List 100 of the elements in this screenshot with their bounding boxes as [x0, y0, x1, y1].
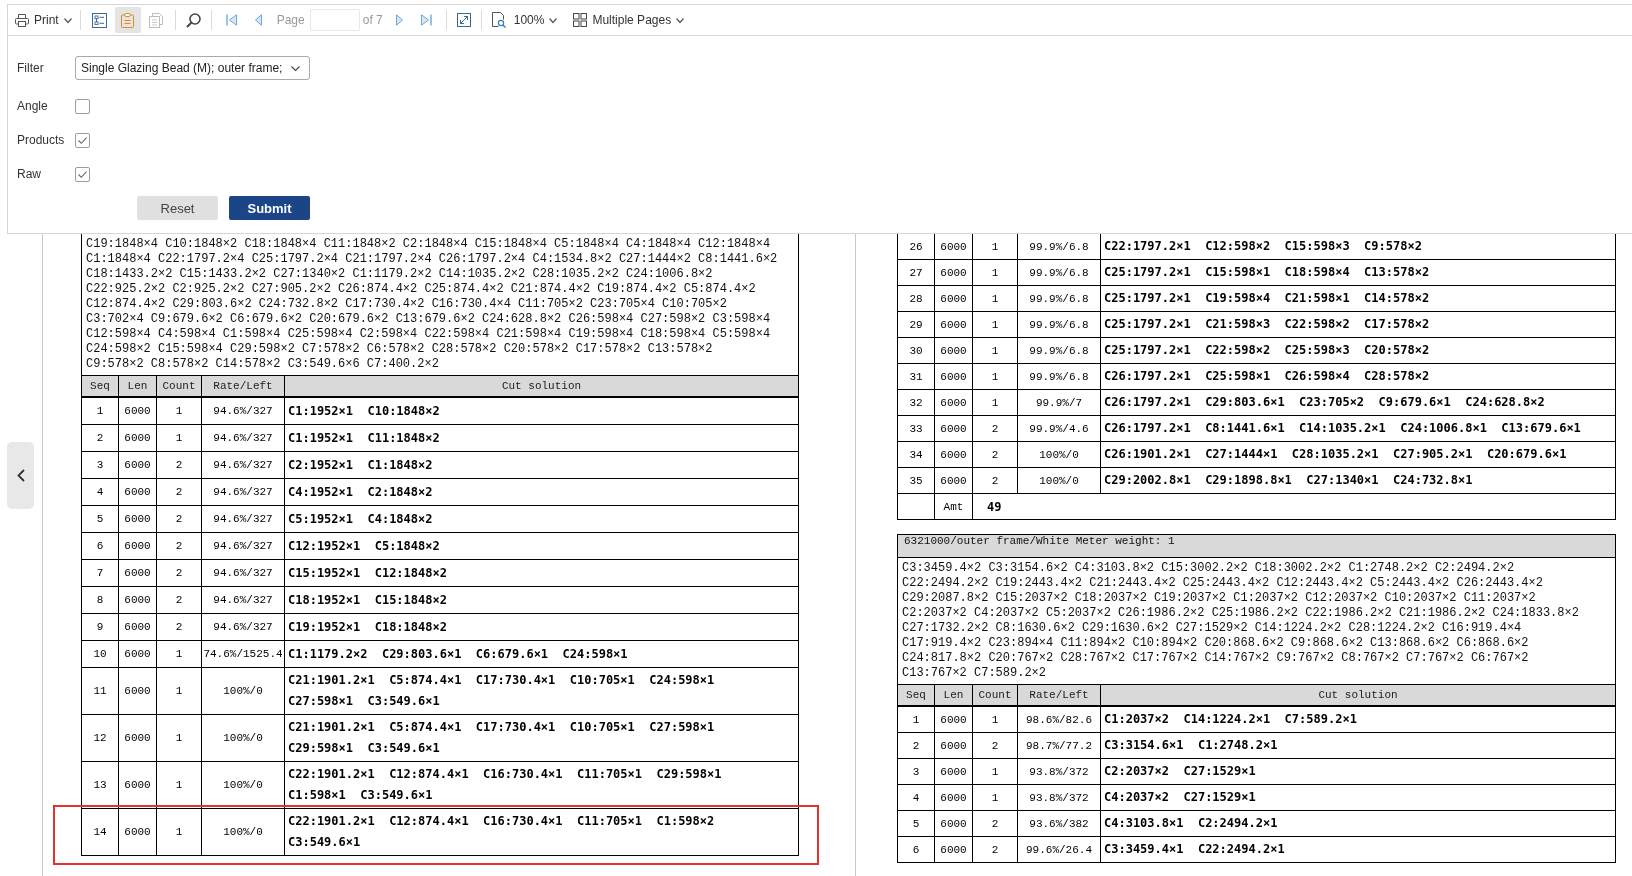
table-cell: C26:1797.2×1 C25:598×1 C26:598×4 C28:578×2 — [1101, 364, 1616, 389]
section-title: 6321000/outer frame/White Meter weight: 1 — [897, 534, 1616, 558]
table-cell: 74.6%/1525.4 — [202, 641, 285, 667]
table-cell: 1 — [973, 338, 1018, 363]
table-cell: 2 — [157, 614, 202, 640]
expand-icon[interactable] — [456, 13, 471, 27]
cut-list-text: C3:3459.4×2 C3:3154.6×2 C4:3103.8×2 C15:3002.2×2 C18:3002.2×2 C1:2748.2×2 C2:2494.2×2 C22:2494.2×2 C19:2443.4×2 C21:2443.4×2 C25:2443.4×2 C12:2443.4×2 C5:2443.4×2 C26:2443.4×2 C29:2087.8×2 C15:2037×2 C18:2037×2 C19:2037×2 C1:2037×2 C12:2037×2 C10:2037×2 C11:2037×2 C2:2037×2 C4:2037×2 C5:2037×2 C26:1986.2×2 C25:1986.2×2 C22:1986.2×2 C21:1986.2×2 C24:1833.8×2 C27:1732.2×2 C8:1630.6×2 C29:1630.6×2 C27:1529×2 C14:1224.2×2 C28:1224.2×2 C16:919.4×4 C17:919.4×2 C23:894×4 C11:894×2 C10:894×2 C20:868.6×2 C9:868.6×2 C13:868.6×2 C6:868.6×2 C24:817.8×2 C20:767×2 C28:767×2 C17:767×2 C14:767×2 C9:767×2 C8:767×2 C7:767×2 C6:767×2 C13:767×2 C7:589.2×2 — [902, 561, 1580, 681]
checkmark-icon — [78, 170, 87, 178]
table-cell: 12 — [82, 715, 119, 761]
table-cell: 94.6%/327 — [202, 398, 285, 424]
table-cell: 6000 — [935, 364, 973, 389]
table-cell: 2 — [157, 533, 202, 559]
submit-button[interactable]: Submit — [229, 196, 310, 220]
table-cell: 6000 — [119, 479, 157, 505]
column-header: Rate/Left — [202, 376, 285, 396]
table-cell: C26:1901.2×1 C27:1444×1 C28:1035.2×1 C27:905.2×1 C20:679.6×1 — [1101, 442, 1616, 467]
table-cell: C22:1901.2×1 C12:874.4×1 C16:730.4×1 C11:705×1 C1:598×2 C3:549.6×1 — [285, 809, 799, 855]
table-cell: 2 — [973, 468, 1018, 493]
view-mode-dropdown[interactable]: Multiple Pages — [570, 8, 688, 32]
table-cell: 100%/0 — [202, 715, 285, 761]
checkbox[interactable] — [75, 166, 90, 182]
previous-page-icon[interactable] — [254, 14, 262, 26]
table-cell: 6000 — [935, 811, 973, 836]
caret-down-icon — [549, 17, 558, 23]
table-cell: 28 — [898, 286, 935, 311]
table-cell: 99.9%/6.8 — [1018, 312, 1101, 337]
table-cell: C15:1952×1 C12:1848×2 — [285, 560, 799, 586]
table-cell: C1:1179.2×2 C29:803.6×1 C6:679.6×1 C24:598×1 — [285, 641, 799, 667]
table-cell: 93.6%/382 — [1018, 811, 1101, 836]
table-cell: 6000 — [935, 759, 973, 784]
table-cell: 8 — [82, 587, 119, 613]
table-cell: 1 — [157, 762, 202, 808]
filter-dropdown[interactable]: Single Glazing Bead (M); outer frame; — [75, 56, 310, 80]
table-cell: 6000 — [119, 668, 157, 714]
table-cell: 6000 — [935, 837, 973, 862]
table-cell: C1:2037×2 C14:1224.2×1 C7:589.2×1 — [1101, 707, 1616, 732]
table-cell: C26:1797.2×1 C29:803.6×1 C23:705×2 C9:679.6×1 C24:628.8×2 — [1101, 390, 1616, 415]
table-cell: 1 — [157, 425, 202, 451]
table-cell: 31 — [898, 364, 935, 389]
table-cell: C3:3154.6×1 C1:2748.2×1 — [1101, 733, 1616, 758]
table-cell: 1 — [973, 364, 1018, 389]
table-cell: 2 — [973, 416, 1018, 441]
table-cell: 6000 — [119, 809, 157, 855]
table-cell: C25:1797.2×1 C22:598×2 C25:598×3 C20:578×2 — [1101, 338, 1616, 363]
table-cell: 93.8%/372 — [1018, 759, 1101, 784]
table-cell: C25:1797.2×1 C15:598×1 C18:598×4 C13:578×2 — [1101, 260, 1616, 285]
table-cell: C4:1952×1 C2:1848×2 — [285, 479, 799, 505]
table-cell: 6000 — [119, 614, 157, 640]
table-cell: 2 — [973, 811, 1018, 836]
next-page-icon[interactable] — [395, 14, 403, 26]
table-cell: 1 — [973, 234, 1018, 259]
table-cell: 7 — [82, 560, 119, 586]
reset-button[interactable]: Reset — [137, 196, 218, 220]
table-cell: 2 — [157, 506, 202, 532]
clipboard-button[interactable] — [114, 7, 141, 33]
table-cell: 1 — [973, 785, 1018, 810]
table-cell: 4 — [898, 785, 935, 810]
cut-list-text: C19:1848×4 C10:1848×2 C18:1848×4 C11:1848×2 C2:1848×4 C15:1848×4 C5:1848×4 C4:1848×4 C12:1848×4 C1:1848×4 C22:1797.2×4 C25:1797.2×4 C21:1797.2×4 C26:1797.2×4 C4:1534.8×2 C27:1444×2 C8:1441.6×2 C18:1433.2×2 C15:1433.2×2 C27:1340×2 C1:1179.2×2 C14:1035.2×2 C28:1035.2×2 C24:1006.8×2 C22:925.2×2 C2:925.2×2 C27:905.2×2 C26:874.4×2 C25:874.4×2 C21:874.4×2 C19:874.4×2 C5:874.4×2 C12:874.4×2 C29:803.6×2 C24:732.8×2 C17:730.4×2 C16:730.4×4 C11:705×2 C23:705×4 C10:705×2 C3:702×4 C9:679.6×2 C6:679.6×2 C20:679.6×2 C13:679.6×2 C24:628.8×2 C26:598×4 C27:598×2 C3:598×4 C12:598×4 C4:598×4 C1:598×4 C25:598×4 C2:598×4 C22:598×4 C21:598×4 C19:598×4 C18:598×4 C5:598×4 C24:598×2 C15:598×4 C29:598×2 C7:578×2 C6:578×2 C28:578×2 C20:578×2 C17:578×2 C13:578×2 C9:578×2 C8:578×2 C14:578×2 C3:549.6×6 C7:400.2×2 — [86, 237, 779, 372]
table-cell: 6 — [898, 837, 935, 862]
table-cell: 1 — [973, 312, 1018, 337]
caret-down-icon — [676, 17, 685, 23]
table-cell: C26:1797.2×1 C8:1441.6×1 C14:1035.2×1 C24:1006.8×1 C13:679.6×1 — [1101, 416, 1616, 441]
table-cell: 5 — [898, 811, 935, 836]
chevron-left-icon — [16, 469, 25, 482]
table-cell: 6000 — [119, 641, 157, 667]
table-cell: 14 — [82, 809, 119, 855]
table-cell: 6000 — [119, 587, 157, 613]
table-cell: 99.9%/6.8 — [1018, 234, 1101, 259]
column-header: Count — [973, 685, 1018, 705]
search-icon[interactable] — [185, 12, 201, 28]
table-cell: 6000 — [119, 560, 157, 586]
table-cell: 99.9%/6.8 — [1018, 338, 1101, 363]
table-cell: 99.9%/6.8 — [1018, 260, 1101, 285]
table-cell: 100%/0 — [202, 809, 285, 855]
checkbox[interactable] — [75, 98, 90, 114]
document-list-icon — [92, 12, 108, 28]
zoom-dropdown[interactable]: 100% — [510, 8, 561, 32]
table-cell: 32 — [898, 390, 935, 415]
first-page-icon[interactable] — [225, 14, 237, 26]
last-page-icon[interactable] — [420, 14, 432, 26]
table-cell: 4 — [82, 479, 119, 505]
table-cell: 6000 — [119, 715, 157, 761]
table-cell: 6000 — [935, 707, 973, 732]
table-cell: 94.6%/327 — [202, 452, 285, 478]
table-cell: 99.9%/6.8 — [1018, 364, 1101, 389]
table-cell: C22:1901.2×1 C12:874.4×1 C16:730.4×1 C11:705×1 C29:598×1 C1:598×1 C3:549.6×1 — [285, 762, 799, 808]
field-label: Products — [17, 133, 65, 147]
checkmark-icon — [78, 136, 87, 144]
table-cell: 2 — [157, 560, 202, 586]
table-cell: 10 — [82, 641, 119, 667]
table-cell: 6000 — [119, 425, 157, 451]
table-cell: 94.6%/327 — [202, 479, 285, 505]
clipboard-icon — [121, 12, 135, 28]
chevron-down-icon — [291, 65, 300, 71]
table-cell: 1 — [157, 668, 202, 714]
column-header: Cut solution — [1101, 685, 1616, 705]
table-cell: 6000 — [935, 785, 973, 810]
document-search-icon[interactable] — [491, 12, 506, 28]
print-button[interactable]: Print — [12, 8, 75, 32]
checkbox[interactable] — [75, 132, 90, 148]
